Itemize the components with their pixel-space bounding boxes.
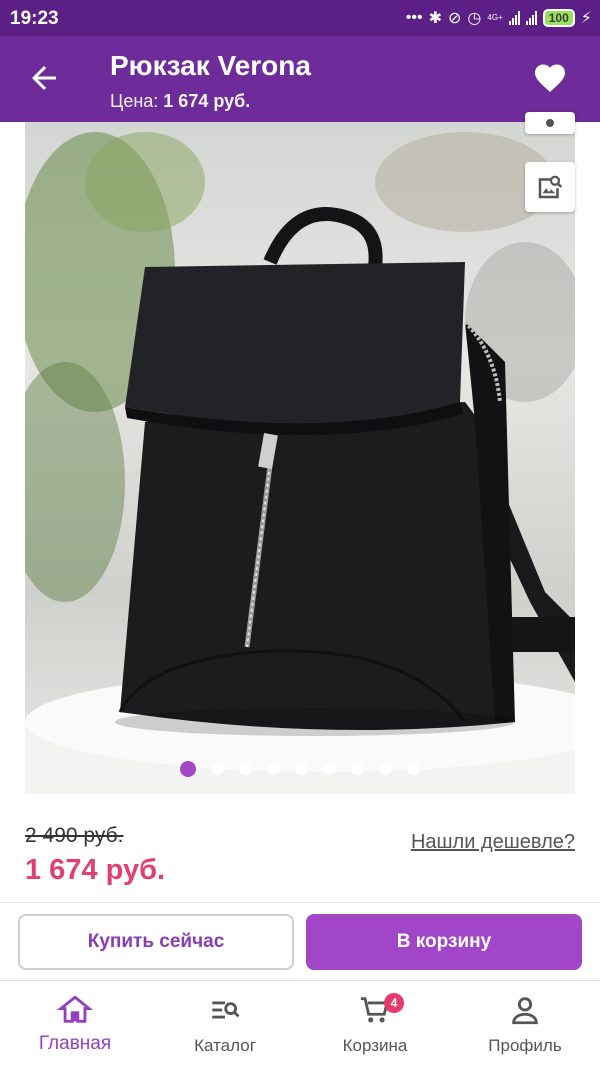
status-time: 19:23	[10, 8, 59, 29]
page-dot[interactable]	[239, 762, 252, 775]
charging-icon: ⚡	[580, 10, 592, 27]
nav-item-profile[interactable]: Профиль	[450, 981, 600, 1066]
heart-icon	[535, 64, 565, 93]
backpack-image	[25, 132, 575, 794]
page-dot[interactable]	[323, 762, 336, 775]
nav-label-profile: Профиль	[488, 1036, 562, 1055]
page-title: Рюкзак Verona	[110, 50, 311, 81]
favorite-button[interactable]	[532, 60, 568, 96]
add-to-cart-button[interactable]: В корзину	[306, 914, 582, 970]
nav-item-catalog[interactable]: Каталог	[150, 981, 300, 1066]
cart-count-badge: 4	[384, 993, 404, 1013]
page-dot[interactable]	[351, 762, 364, 775]
image-search-icon	[538, 175, 563, 199]
status-icons: ••• ✱ ⊘ ◷ 4G+ 100 ⚡	[406, 8, 592, 28]
profile-icon	[512, 997, 538, 1025]
price-value: 1 674 руб.	[163, 91, 251, 111]
price-subtitle: Цена: 1 674 руб.	[110, 91, 250, 112]
sale-price: 1 674 руб.	[25, 854, 166, 886]
page-dot[interactable]	[267, 762, 280, 775]
buy-now-button[interactable]: Купить сейчас	[18, 914, 294, 970]
bottom-navigation: Главная Каталог 4 Корзина Профиль	[0, 980, 600, 1066]
alarm-off-icon: ⊘	[448, 10, 462, 27]
price-section: 2 490 руб. 1 674 руб. Нашли дешевле?	[0, 794, 600, 904]
page-dot[interactable]	[295, 762, 308, 775]
bluetooth-icon: ✱	[428, 10, 443, 27]
gallery-pagination	[0, 761, 600, 777]
signal-icon	[508, 11, 520, 25]
arrow-left-icon	[32, 66, 56, 90]
signal-icon-2	[525, 11, 537, 25]
catalog-search-icon	[212, 1001, 240, 1019]
nav-item-home[interactable]: Главная	[0, 981, 150, 1066]
page-dot[interactable]	[407, 762, 420, 775]
page-dot[interactable]	[180, 761, 196, 777]
status-bar: 19:23 ••• ✱ ⊘ ◷ 4G+ 100 ⚡	[0, 0, 600, 36]
old-price: 2 490 руб.	[25, 824, 124, 847]
network-type: 4G+	[487, 13, 503, 22]
price-label: Цена:	[110, 91, 159, 111]
nav-label-catalog: Каталог	[194, 1036, 256, 1055]
back-button[interactable]	[26, 60, 62, 96]
found-cheaper-link[interactable]: Нашли дешевле?	[411, 831, 575, 854]
image-search-button[interactable]	[525, 162, 575, 212]
page-dot[interactable]	[211, 762, 224, 775]
product-photo[interactable]	[25, 122, 575, 794]
home-icon	[57, 995, 93, 1023]
battery-icon: 100	[542, 9, 575, 27]
alarm-clock-icon: ◷	[467, 10, 482, 27]
product-gallery[interactable]	[0, 112, 600, 794]
action-bar: Купить сейчас В корзину	[0, 902, 600, 980]
nav-label-cart: Корзина	[342, 1036, 408, 1055]
share-icon	[546, 119, 554, 127]
more-dots-icon: •••	[405, 9, 423, 26]
nav-item-cart[interactable]: 4 Корзина	[300, 981, 450, 1066]
share-button[interactable]	[525, 112, 575, 134]
page-dot[interactable]	[379, 762, 392, 775]
nav-label-home: Главная	[38, 1033, 112, 1054]
app-bar: Рюкзак Verona Цена: 1 674 руб.	[0, 36, 600, 122]
